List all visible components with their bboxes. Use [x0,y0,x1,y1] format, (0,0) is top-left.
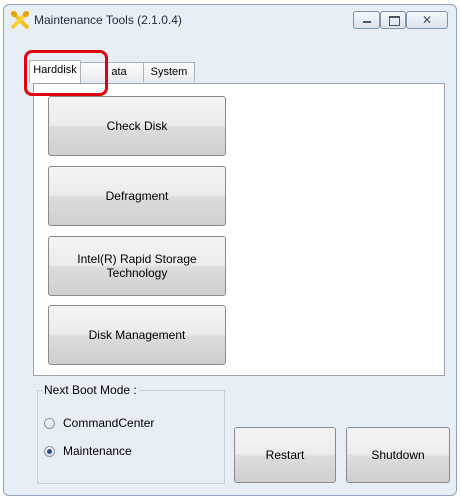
tools-icon [10,10,30,30]
window-title: Maintenance Tools (2.1.0.4) [34,13,182,27]
check-disk-button[interactable]: Check Disk [48,96,226,156]
disk-management-label: Disk Management [88,328,186,342]
radio-commandcenter-indicator[interactable] [44,417,55,429]
shutdown-button[interactable]: Shutdown [346,427,450,483]
defragment-label: Defragment [105,189,169,203]
tab-system-label: System [150,66,188,78]
minimize-button[interactable] [353,11,380,29]
disk-management-button[interactable]: Disk Management [48,305,226,365]
boot-mode-group: Next Boot Mode : CommandCenter Maintenan… [37,383,225,484]
close-icon: ✕ [421,13,433,27]
rapid-storage-label-line2: Technology [106,266,168,280]
radio-commandcenter[interactable]: CommandCenter [44,416,154,430]
radio-maintenance-indicator[interactable] [44,445,55,457]
boot-mode-label: Next Boot Mode : [42,383,139,397]
title-bar[interactable]: Maintenance Tools (2.1.0.4) ✕ [4,5,456,35]
radio-commandcenter-label: CommandCenter [63,416,155,430]
restart-label: Restart [265,448,305,462]
rapid-storage-button[interactable]: Intel(R) Rapid Storage Technology [48,236,226,296]
maximize-button[interactable] [380,11,406,29]
tab-system[interactable]: System [143,62,195,82]
rapid-storage-label-line1: Intel(R) Rapid Storage [77,252,197,266]
maximize-icon [389,16,400,26]
check-disk-label: Check Disk [106,119,168,133]
defragment-button[interactable]: Defragment [48,166,226,226]
minimize-icon [363,21,371,23]
shutdown-label: Shutdown [371,448,425,462]
harddisk-tab-highlight [24,50,108,96]
restart-button[interactable]: Restart [234,427,336,483]
harddisk-tab-panel: Check Disk Defragment Intel(R) Rapid Sto… [33,83,445,376]
close-button[interactable]: ✕ [406,11,448,29]
radio-maintenance[interactable]: Maintenance [44,444,132,458]
radio-maintenance-label: Maintenance [63,444,132,458]
